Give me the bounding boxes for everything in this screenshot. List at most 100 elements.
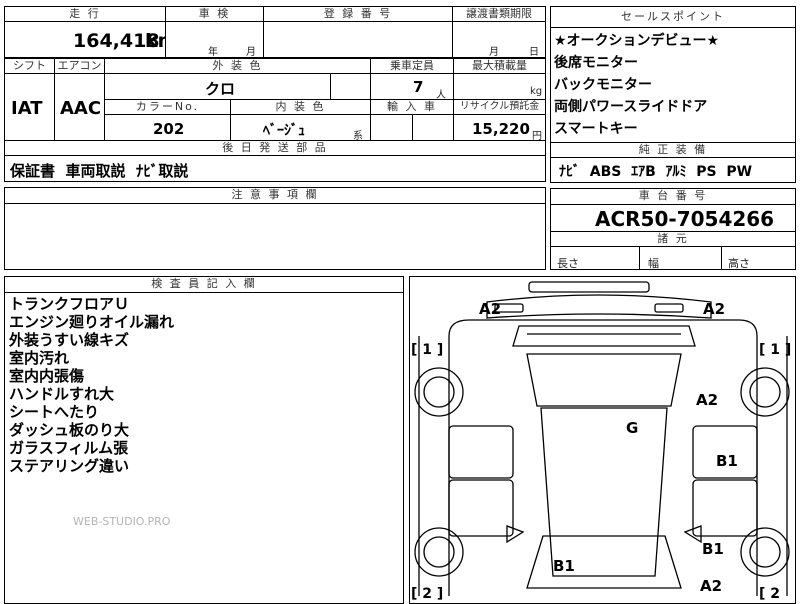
inspector-note-line: 室内内張傷	[9, 367, 85, 385]
import-cell-b	[412, 114, 454, 141]
damage-mark: A2	[696, 391, 718, 409]
aircon-cell: AAC	[54, 73, 105, 141]
damage-mark: B1	[716, 452, 738, 470]
capacity-header: 乗車定員	[370, 58, 454, 74]
transfer-day-label: 日	[529, 47, 539, 58]
capacity-value: 7	[413, 78, 424, 96]
import-cell-a	[370, 114, 413, 141]
exterior-cell: クロ	[104, 73, 331, 100]
inspector-note-line: ハンドルすれ大	[9, 385, 115, 403]
inspector-cell: トランクフロアＵ エンジン廻りオイル漏れ 外装うすい線キズ 室内汚れ 室内内張傷…	[4, 292, 404, 604]
inspector-note-line: 外装うすい線キズ	[9, 331, 130, 349]
dimension-length-label: 長さ	[557, 257, 579, 270]
rear-bumper-outline	[486, 294, 712, 319]
inspector-note-line: 室内汚れ	[9, 349, 70, 367]
dimension-width-label: 幅	[648, 257, 659, 270]
sales-point-item: ★オークションデビュー★	[554, 33, 720, 49]
inspector-note-line: シートへたり	[9, 403, 100, 421]
inspector-note-line: ダッシュ板のり大	[9, 421, 130, 439]
color-no-header: カラーNo.	[104, 99, 231, 115]
wheel-right-front-inner	[749, 536, 781, 568]
inspector-note-line: ステアリング違い	[9, 457, 130, 475]
rear-lamp-right	[654, 303, 684, 313]
recycle-value: 15,220	[472, 120, 530, 138]
notes-header: 注 意 事 項 欄	[4, 187, 546, 204]
car-diagram-panel: A2 A2 A2 G B1 B1 B1 A2 [ 1 ] [ 1 ] [ 2 ]…	[409, 276, 796, 604]
maxload-cell: kg	[453, 73, 546, 100]
notes-cell	[4, 203, 546, 270]
registration-cell	[263, 21, 453, 58]
dimension-height-label: 高さ	[728, 257, 750, 270]
color-no-value: 202	[153, 120, 185, 138]
exterior-header: 外 装 色	[104, 58, 371, 74]
panel-bracket-label: [ 1 ]	[759, 342, 791, 358]
interior-cell: ﾍﾞｰｼﾞｭ 系	[230, 114, 371, 141]
later-parts-value: 保証書 車両取説 ﾅﾋﾞ取説	[10, 162, 189, 180]
exterior-extra-cell	[330, 73, 371, 100]
inspector-note-line: エンジン廻りオイル漏れ	[9, 313, 175, 331]
roof-panel	[540, 407, 668, 577]
mileage-header: 走 行	[4, 6, 166, 22]
car-diagram: A2 A2 A2 G B1 B1 B1 A2 [ 1 ] [ 1 ] [ 2 ]…	[411, 281, 791, 602]
dimensions-header: 諸 元	[550, 231, 796, 247]
sales-point-item: 後席モニター	[554, 55, 638, 71]
watermark: WEB-STUDIO.PRO	[73, 515, 171, 528]
wheel-left-front	[414, 527, 464, 577]
left-front-door	[448, 479, 514, 537]
maxload-header: 最大積載量	[453, 58, 546, 74]
inspection-header: 車 検	[165, 6, 264, 22]
dimension-length-cell: 長さ	[550, 246, 640, 270]
later-parts-cell: 保証書 車両取説 ﾅﾋﾞ取説	[4, 155, 546, 182]
inspection-year-label: 年	[208, 47, 218, 58]
dimension-width-cell: 幅	[639, 246, 722, 270]
equipment-value: ﾅﾋﾞ ABS ｴｱB ｱﾙﾐ PS PW	[559, 164, 753, 180]
right-front-door	[692, 479, 758, 537]
damage-mark: A2	[703, 300, 725, 318]
wheel-right-rear	[740, 367, 790, 417]
wheel-right-rear-inner	[749, 376, 781, 408]
shift-value: IAT	[11, 98, 43, 119]
roof-outline	[526, 353, 682, 407]
chassis-value: ACR50-7054266	[595, 207, 775, 231]
mileage-cell: 164,418 km	[4, 21, 166, 58]
sales-points-cell: ★オークションデビュー★ 後席モニター バックモニター 両側パワースライドドア …	[550, 27, 796, 143]
transfer-cell: 月 日	[452, 21, 546, 58]
shift-header: シフト	[4, 58, 55, 74]
dimension-height-cell: 高さ	[721, 246, 796, 270]
damage-mark: G	[626, 419, 638, 437]
sales-point-item: スマートキー	[554, 121, 638, 137]
exterior-value: クロ	[205, 80, 236, 98]
sales-point-item: 両側パワースライドドア	[554, 99, 708, 115]
interior-suffix: 系	[353, 131, 363, 141]
equipment-header: 純 正 装 備	[550, 142, 796, 158]
rear-plate-outline	[528, 281, 650, 293]
wheel-left-rear	[414, 367, 464, 417]
color-no-cell: 202	[104, 114, 231, 141]
chassis-header: 車 台 番 号	[550, 188, 796, 205]
transfer-header: 譲渡書類期限	[452, 6, 546, 22]
inspector-note-line: トランクフロアＵ	[9, 295, 130, 313]
interior-value: ﾍﾞｰｼﾞｭ	[263, 123, 305, 139]
import-header: 輸 入 車	[370, 99, 454, 115]
mirror-left	[506, 525, 525, 544]
recycle-unit: 円	[532, 131, 542, 141]
damage-mark: B1	[702, 540, 724, 558]
panel-bracket-label: [ 1 ]	[411, 342, 443, 358]
damage-mark: B1	[553, 557, 575, 575]
aircon-header: エアコン	[54, 58, 105, 74]
capacity-unit: 人	[436, 90, 446, 100]
sales-points-header: セールスポイント	[550, 6, 796, 28]
recycle-header: リサイクル預託金	[453, 99, 546, 115]
rear-window-outline	[512, 325, 696, 347]
equipment-cell: ﾅﾋﾞ ABS ｴｱB ｱﾙﾐ PS PW	[550, 157, 796, 183]
wheel-right-front	[740, 527, 790, 577]
shift-cell: IAT	[4, 73, 55, 141]
damage-mark: A2	[700, 577, 722, 595]
later-parts-header: 後 日 発 送 部 品	[4, 140, 546, 156]
left-rear-door	[448, 425, 514, 479]
transfer-month-label: 月	[489, 47, 499, 58]
chassis-cell: ACR50-7054266	[550, 204, 796, 232]
recycle-cell: 15,220 円	[453, 114, 546, 141]
maxload-unit: kg	[530, 86, 543, 97]
registration-header: 登 録 番 号	[263, 6, 453, 22]
